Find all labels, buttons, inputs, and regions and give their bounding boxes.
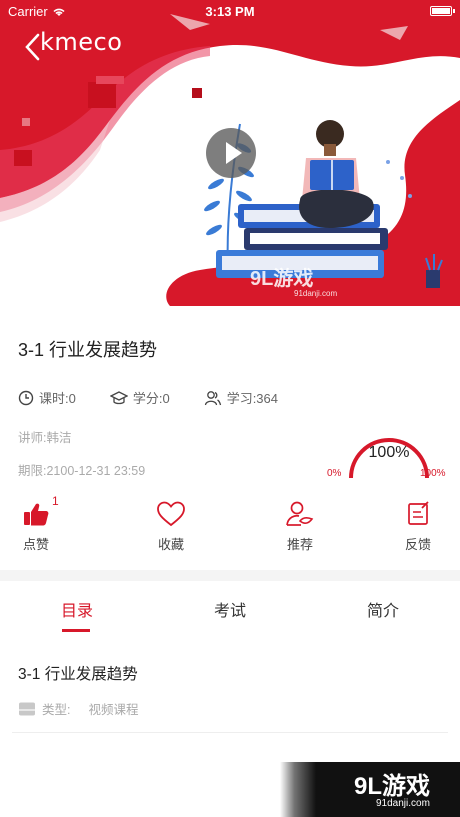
heart-icon — [157, 501, 185, 527]
progress-max-label: 100% — [420, 468, 446, 479]
clock: 3:13 PM — [205, 4, 255, 19]
corner-watermark: 9L游戏 91danji.com — [280, 762, 460, 817]
clock-icon — [18, 390, 34, 405]
class-hours-text: 课时:0 — [39, 391, 76, 406]
tab-bar: 目录 考试 简介 — [0, 581, 460, 633]
course-cover: Carrier 3:13 PM kmeco 9L游戏 91danji.com — [0, 0, 460, 306]
course-stats: 课时:0 学分:0 学习:364 — [18, 388, 312, 407]
stat-class-hours: 课时:0 — [18, 388, 76, 407]
battery-icon — [430, 6, 455, 16]
section-divider — [0, 570, 460, 581]
corner-watermark-url: 91danji.com — [376, 798, 430, 809]
lesson-item-meta: 类型: 视频课程 — [18, 699, 139, 718]
graduation-cap-icon — [109, 390, 128, 404]
favorite-button[interactable]: 收藏 — [141, 496, 201, 556]
progress-value: 100% — [368, 444, 410, 461]
like-label: 点赞 — [22, 537, 49, 552]
brand-logo: kmeco — [40, 28, 123, 56]
users-icon — [204, 390, 221, 405]
play-button[interactable] — [206, 128, 256, 178]
tab-introduction[interactable]: 简介 — [323, 597, 443, 621]
favorite-label: 收藏 — [157, 537, 184, 552]
like-count-badge: 1 — [52, 494, 59, 508]
learners-text: 学习:364 — [226, 391, 278, 406]
lesson-type-key: 类型: — [42, 703, 71, 717]
list-divider — [12, 732, 448, 733]
stat-credits: 学分:0 — [109, 388, 170, 407]
action-bar: 点赞 收藏 推荐 反馈 — [0, 496, 460, 560]
feedback-button[interactable]: 反馈 — [388, 496, 448, 556]
credits-text: 学分:0 — [132, 391, 170, 406]
lesson-type-icon — [19, 702, 35, 715]
corner-watermark-text: 9L游戏 — [354, 773, 431, 800]
recommend-user-icon — [286, 501, 314, 526]
feedback-label: 反馈 — [404, 537, 431, 552]
tab-catalog[interactable]: 目录 — [17, 597, 137, 621]
deadline: 期限:2100-12-31 23:59 — [18, 464, 146, 478]
progress-min-label: 0% — [327, 468, 342, 479]
thumbs-up-icon — [24, 503, 49, 526]
lesson-type-value: 视频课程 — [88, 703, 139, 717]
recommend-button[interactable]: 推荐 — [270, 496, 330, 556]
status-bar: Carrier 3:13 PM — [0, 0, 460, 24]
lecturer: 讲师:韩洁 — [18, 431, 72, 445]
hero-watermark-text: 9L游戏 — [250, 268, 314, 290]
course-title: 3-1 行业发展趋势 — [18, 340, 158, 360]
hero-watermark: 9L游戏 91danji.com — [250, 262, 337, 298]
recommend-label: 推荐 — [286, 537, 313, 552]
stat-learners: 学习:364 — [204, 388, 278, 407]
hero-watermark-url: 91danji.com — [294, 289, 338, 298]
lesson-item-title[interactable]: 3-1 行业发展趋势 — [18, 662, 138, 684]
feedback-edit-icon — [408, 501, 429, 525]
tab-exam[interactable]: 考试 — [170, 597, 290, 621]
active-tab-indicator — [62, 629, 90, 632]
